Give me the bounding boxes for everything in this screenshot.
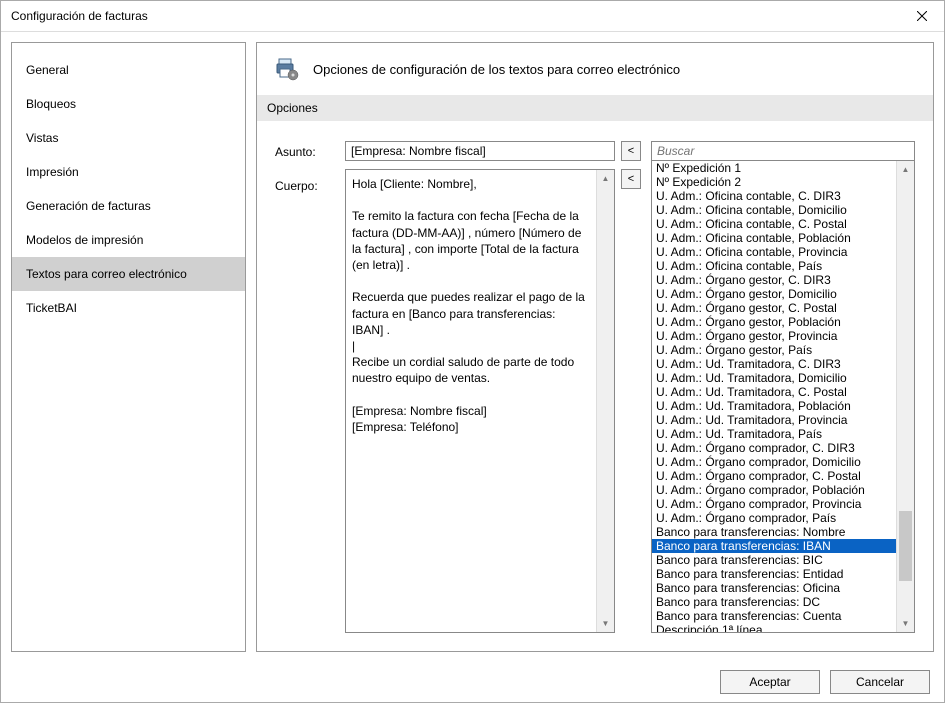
list-item[interactable]: Banco para transferencias: BIC: [652, 553, 896, 567]
window-title: Configuración de facturas: [11, 9, 148, 23]
sidebar-item[interactable]: General: [12, 53, 245, 87]
list-item[interactable]: U. Adm.: Ud. Tramitadora, Población: [652, 399, 896, 413]
sidebar-item[interactable]: Generación de facturas: [12, 189, 245, 223]
search-input[interactable]: [651, 141, 915, 161]
accept-button[interactable]: Aceptar: [720, 670, 820, 694]
list-item[interactable]: Nº Expedición 1: [652, 161, 896, 175]
list-item[interactable]: U. Adm.: Órgano gestor, C. DIR3: [652, 273, 896, 287]
cuerpo-label: Cuerpo:: [275, 179, 339, 193]
list-item[interactable]: U. Adm.: Oficina contable, C. DIR3: [652, 189, 896, 203]
list-item[interactable]: U. Adm.: Órgano gestor, Domicilio: [652, 287, 896, 301]
fields-column: Hola [Cliente: Nombre], Te remito la fac…: [345, 141, 615, 633]
scrollbar-thumb[interactable]: [899, 511, 912, 581]
list-item[interactable]: Descripción 1ª línea: [652, 623, 896, 632]
list-item[interactable]: U. Adm.: Órgano comprador, C. Postal: [652, 469, 896, 483]
insert-cuerpo-button[interactable]: <: [621, 169, 641, 189]
list-item[interactable]: U. Adm.: Oficina contable, País: [652, 259, 896, 273]
form-body: Asunto: Cuerpo: Hola [Cliente: Nombre], …: [257, 121, 933, 651]
sidebar-item[interactable]: Vistas: [12, 121, 245, 155]
list-item[interactable]: Banco para transferencias: Cuenta: [652, 609, 896, 623]
listbox-scrollbar[interactable]: ▲ ▼: [896, 161, 914, 632]
insert-buttons-column: < <: [621, 141, 645, 633]
list-item[interactable]: U. Adm.: Oficina contable, Población: [652, 231, 896, 245]
list-item[interactable]: Banco para transferencias: DC: [652, 595, 896, 609]
fields-list-items[interactable]: Nº Expedición 1Nº Expedición 2U. Adm.: O…: [652, 161, 896, 632]
sidebar: GeneralBloqueosVistasImpresiónGeneración…: [11, 42, 246, 652]
close-button[interactable]: [899, 1, 944, 31]
insert-asunto-button[interactable]: <: [621, 141, 641, 161]
list-item[interactable]: Nº Expedición 2: [652, 175, 896, 189]
cuerpo-textarea[interactable]: Hola [Cliente: Nombre], Te remito la fac…: [345, 169, 615, 633]
main-header: Opciones de configuración de los textos …: [257, 43, 933, 95]
list-item[interactable]: U. Adm.: Oficina contable, C. Postal: [652, 217, 896, 231]
titlebar: Configuración de facturas: [1, 1, 944, 32]
sidebar-item[interactable]: Bloqueos: [12, 87, 245, 121]
list-item[interactable]: U. Adm.: Ud. Tramitadora, Provincia: [652, 413, 896, 427]
list-item[interactable]: U. Adm.: Ud. Tramitadora, C. Postal: [652, 385, 896, 399]
list-item[interactable]: U. Adm.: Oficina contable, Domicilio: [652, 203, 896, 217]
list-item[interactable]: U. Adm.: Órgano comprador, País: [652, 511, 896, 525]
asunto-label: Asunto:: [275, 145, 339, 159]
list-item[interactable]: Banco para transferencias: Nombre: [652, 525, 896, 539]
list-item[interactable]: U. Adm.: Oficina contable, Provincia: [652, 245, 896, 259]
list-item[interactable]: U. Adm.: Órgano comprador, C. DIR3: [652, 441, 896, 455]
page-title: Opciones de configuración de los textos …: [313, 62, 680, 77]
sidebar-item[interactable]: Textos para correo electrónico: [12, 257, 245, 291]
list-item[interactable]: U. Adm.: Órgano comprador, Provincia: [652, 497, 896, 511]
dialog-footer: Aceptar Cancelar: [1, 662, 944, 702]
cancel-button[interactable]: Cancelar: [830, 670, 930, 694]
cuerpo-scrollbar[interactable]: ▲ ▼: [596, 170, 614, 632]
cuerpo-text[interactable]: Hola [Cliente: Nombre], Te remito la fac…: [346, 170, 596, 632]
close-icon: [917, 11, 927, 21]
scroll-up-icon[interactable]: ▲: [897, 161, 914, 178]
fields-listbox[interactable]: Nº Expedición 1Nº Expedición 2U. Adm.: O…: [651, 161, 915, 633]
sidebar-item[interactable]: Modelos de impresión: [12, 223, 245, 257]
list-item[interactable]: Banco para transferencias: Entidad: [652, 567, 896, 581]
sidebar-item[interactable]: Impresión: [12, 155, 245, 189]
scroll-up-icon[interactable]: ▲: [597, 170, 614, 187]
main-panel: Opciones de configuración de los textos …: [256, 42, 934, 652]
fields-list-column: Nº Expedición 1Nº Expedición 2U. Adm.: O…: [651, 141, 915, 633]
scroll-down-icon[interactable]: ▼: [897, 615, 914, 632]
list-item[interactable]: Banco para transferencias: IBAN: [652, 539, 896, 553]
list-item[interactable]: U. Adm.: Órgano comprador, Población: [652, 483, 896, 497]
list-item[interactable]: U. Adm.: Órgano comprador, Domicilio: [652, 455, 896, 469]
dialog-window: Configuración de facturas GeneralBloqueo…: [0, 0, 945, 703]
list-item[interactable]: U. Adm.: Órgano gestor, Provincia: [652, 329, 896, 343]
list-item[interactable]: U. Adm.: Órgano gestor, Población: [652, 315, 896, 329]
content-area: GeneralBloqueosVistasImpresiónGeneración…: [1, 32, 944, 662]
asunto-input[interactable]: [345, 141, 615, 161]
list-item[interactable]: U. Adm.: Órgano gestor, C. Postal: [652, 301, 896, 315]
list-item[interactable]: U. Adm.: Órgano gestor, País: [652, 343, 896, 357]
list-item[interactable]: U. Adm.: Ud. Tramitadora, C. DIR3: [652, 357, 896, 371]
printer-gear-icon: [275, 57, 299, 81]
scroll-down-icon[interactable]: ▼: [597, 615, 614, 632]
list-item[interactable]: Banco para transferencias: Oficina: [652, 581, 896, 595]
labels-column: Asunto: Cuerpo:: [275, 141, 339, 633]
section-header: Opciones: [257, 95, 933, 121]
sidebar-item[interactable]: TicketBAI: [12, 291, 245, 325]
list-item[interactable]: U. Adm.: Ud. Tramitadora, País: [652, 427, 896, 441]
list-item[interactable]: U. Adm.: Ud. Tramitadora, Domicilio: [652, 371, 896, 385]
